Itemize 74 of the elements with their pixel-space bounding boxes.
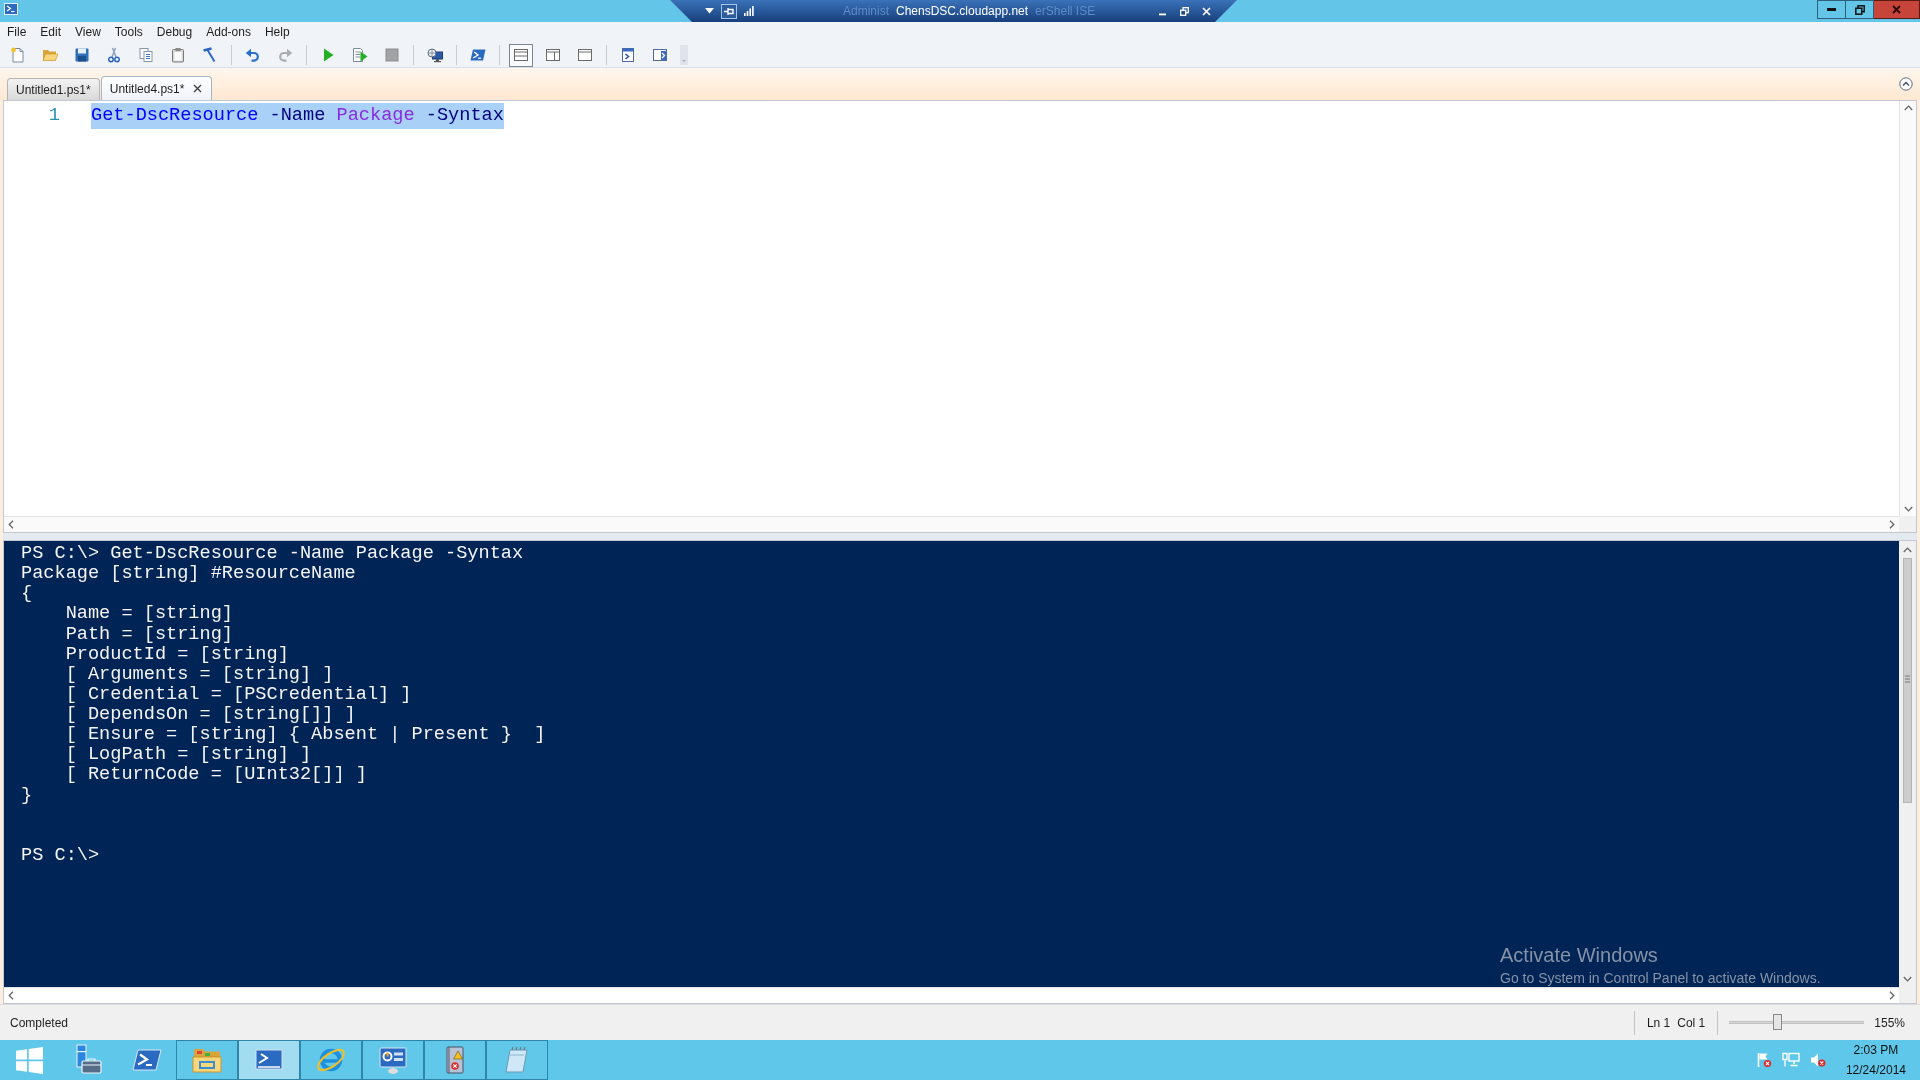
scrollbar[interactable] <box>4 987 1899 1003</box>
menu-item[interactable]: Tools <box>107 22 150 43</box>
flag-alert-icon[interactable] <box>1755 1052 1772 1068</box>
script-tab[interactable]: Untitled1.ps1* <box>7 78 100 100</box>
minimize-icon <box>1827 8 1836 11</box>
scrollbar[interactable] <box>1899 541 1916 987</box>
restore-icon[interactable] <box>1180 6 1189 16</box>
collapse-pane-button[interactable] <box>1899 77 1913 91</box>
menu-item[interactable]: Edit <box>33 22 69 43</box>
chevron-right-icon[interactable] <box>1889 520 1895 529</box>
caret-down-icon[interactable] <box>705 8 714 14</box>
scrollbar[interactable] <box>4 516 1899 532</box>
chevron-up-icon[interactable] <box>1903 105 1913 111</box>
console-line: PS C:\> Get-DscResource -Name Package -Syntax <box>21 544 524 565</box>
terminal-icon[interactable] <box>4 3 18 15</box>
speaker-muted-icon[interactable] <box>1809 1052 1826 1068</box>
close-icon[interactable] <box>193 84 203 93</box>
signal-bars-icon <box>744 6 754 16</box>
line-number: 1 <box>47 104 60 128</box>
minimize-button[interactable] <box>1817 0 1846 19</box>
activation-message: Go to System in Control Panel to activate Windows. <box>1500 970 1821 987</box>
close-icon <box>1892 5 1901 14</box>
console-line: [ Ensure = [string] { Absent | Present } ] <box>65 725 546 746</box>
slider-thumb[interactable] <box>1773 1014 1783 1030</box>
cursor-column: Col 1 <box>1677 1013 1706 1032</box>
chevron-down-icon[interactable] <box>1903 506 1913 512</box>
window-title-fragment: erShell ISE <box>1035 3 1096 20</box>
menu-item[interactable]: View <box>68 22 108 43</box>
chevron-up-icon[interactable] <box>1903 546 1912 553</box>
menu-item[interactable]: Help <box>257 22 297 43</box>
browser-button[interactable] <box>300 1040 362 1080</box>
activation-title: Activate Windows <box>1500 943 1658 967</box>
console-prompt: PS C:\> <box>21 845 100 866</box>
pin-icon <box>724 6 734 16</box>
console-line: { <box>21 584 33 605</box>
console-line: } <box>21 785 33 806</box>
console-line: [ Arguments = [string] ] <box>65 664 334 685</box>
zoom-level: 155% <box>1874 1014 1905 1032</box>
console-line: Path = [string] <box>65 624 233 645</box>
console-line: [ LogPath = [string] ] <box>65 745 312 766</box>
menu-item[interactable]: File <box>0 22 34 43</box>
chevron-up-circle-icon <box>1899 77 1913 91</box>
menu-item[interactable]: Debug <box>149 22 200 43</box>
script-tab[interactable]: Untitled4.ps1* <box>100 76 213 100</box>
windows-logo-icon <box>15 1046 43 1074</box>
control-panel-button[interactable] <box>362 1040 424 1080</box>
restore-icon <box>1854 4 1865 15</box>
scrollbar-thumb[interactable] <box>1903 558 1912 803</box>
console-line: [ DependsOn = [string[]] ] <box>65 705 356 726</box>
menu-item[interactable]: Add-ons <box>199 22 258 43</box>
status-text: Completed <box>9 1014 69 1032</box>
console-line: ProductId = [string] <box>65 644 289 665</box>
chevron-left-icon[interactable] <box>8 520 14 529</box>
notepad-button[interactable] <box>486 1040 548 1080</box>
pin-button[interactable] <box>721 3 737 19</box>
console-line: [ ReturnCode = [UInt32[]] ] <box>65 765 367 786</box>
restore-button[interactable] <box>1846 0 1874 19</box>
clock-date[interactable]: 12/24/2014 <box>1845 1060 1906 1080</box>
window-title-fragment: Administ <box>843 3 889 20</box>
clock-time[interactable]: 2:03 PM <box>1853 1040 1899 1060</box>
dashboard-monitor-icon <box>377 1044 409 1076</box>
powershell-ise-button[interactable] <box>238 1040 300 1080</box>
scrollbar[interactable] <box>1899 101 1916 516</box>
console-line: Package [string] #ResourceName <box>21 564 356 585</box>
console-line: [ Credential = [PSCredential] ] <box>65 684 412 705</box>
overflow-grip-icon[interactable] <box>680 45 688 65</box>
console-line: Name = [string] <box>65 604 233 625</box>
file-explorer-button[interactable] <box>176 1040 238 1080</box>
chevron-down-icon[interactable] <box>1903 975 1912 982</box>
cursor-line: Ln 1 <box>1646 1014 1671 1032</box>
chevron-left-icon[interactable] <box>8 991 14 1000</box>
scrollbar-corner <box>1899 516 1916 532</box>
chevron-right-icon[interactable] <box>1889 991 1895 1000</box>
connection-host: ChensDSC.cloudapp.net <box>896 3 1029 20</box>
